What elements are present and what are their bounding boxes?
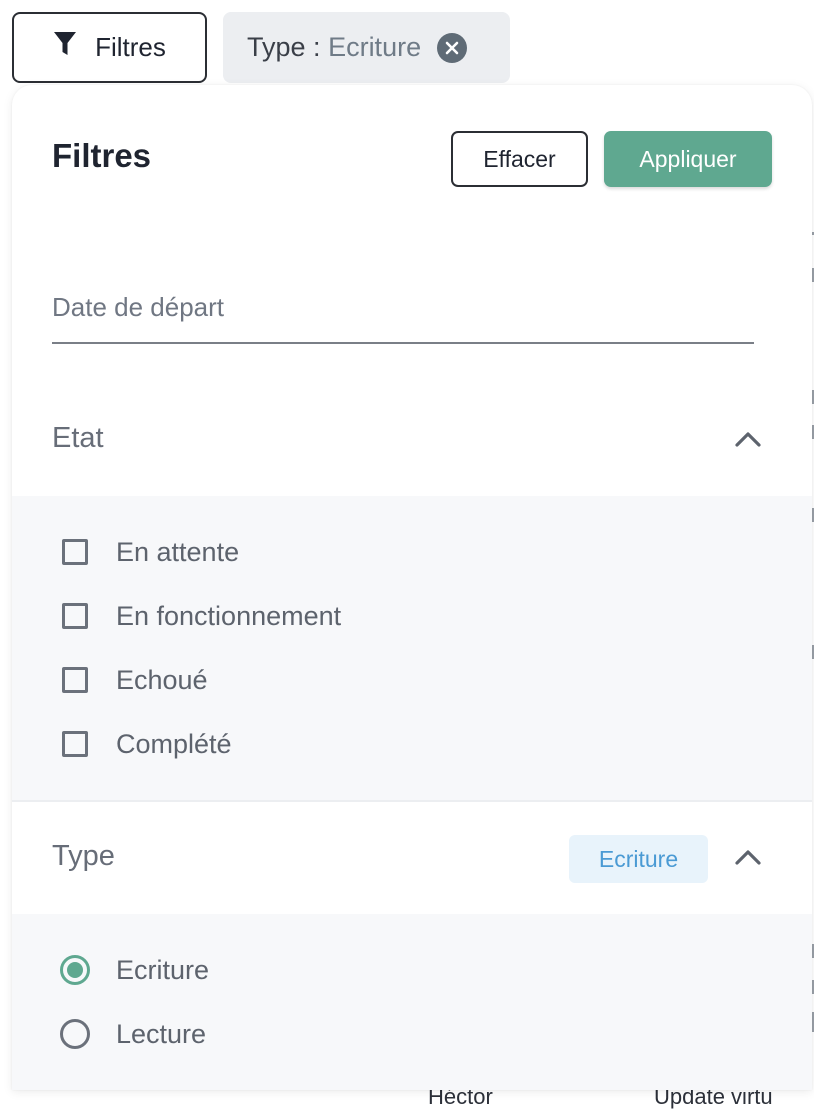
- start-date-placeholder: Date de départ: [52, 292, 225, 322]
- checkbox[interactable]: [62, 603, 88, 629]
- close-icon[interactable]: [437, 32, 468, 63]
- etat-option-en-attente[interactable]: En attente: [60, 532, 239, 572]
- radio-dot: [67, 962, 83, 978]
- type-option-lecture[interactable]: Lecture: [60, 1014, 206, 1054]
- type-options: Ecriture Lecture: [12, 914, 812, 1090]
- start-date-input[interactable]: Date de départ: [52, 280, 754, 344]
- etat-option-echoue[interactable]: Echoué: [60, 660, 208, 700]
- filters-panel: Filtres Effacer Appliquer Date de départ…: [12, 85, 812, 1090]
- apply-button[interactable]: Appliquer: [604, 131, 772, 187]
- etat-section-label: Etat: [52, 422, 104, 454]
- option-label: En fonctionnement: [116, 600, 342, 631]
- chip-value: Ecriture: [328, 32, 422, 62]
- radio-button[interactable]: [60, 955, 90, 985]
- option-label: Lecture: [116, 1018, 207, 1049]
- checkbox[interactable]: [62, 731, 88, 757]
- chevron-up-icon: [735, 850, 761, 865]
- checkbox[interactable]: [62, 667, 88, 693]
- option-label: En attente: [116, 536, 240, 567]
- filters-button[interactable]: Filtres: [12, 12, 207, 83]
- filters-button-label: Filtres: [95, 32, 166, 62]
- option-label: Complété: [116, 728, 232, 759]
- etat-option-complete[interactable]: Complété: [60, 724, 232, 764]
- type-section-label: Type: [52, 840, 115, 872]
- filter-icon: [53, 31, 77, 64]
- clear-button[interactable]: Effacer: [451, 131, 588, 187]
- type-option-ecriture[interactable]: Ecriture: [60, 950, 209, 990]
- panel-title: Filtres: [52, 137, 152, 174]
- chip-key: Type :: [247, 32, 321, 62]
- option-label: Ecriture: [116, 954, 210, 985]
- etat-section-header[interactable]: Etat: [12, 384, 812, 496]
- type-section-header[interactable]: Type Ecriture: [12, 802, 812, 914]
- chevron-up-icon: [735, 432, 761, 447]
- etat-options: En attente En fonctionnement Echoué Comp…: [12, 496, 812, 800]
- checkbox[interactable]: [62, 539, 88, 565]
- active-filter-chip: Type : Ecriture: [223, 12, 510, 83]
- radio-button[interactable]: [60, 1019, 90, 1049]
- option-label: Echoué: [116, 664, 208, 695]
- etat-option-en-fonctionnement[interactable]: En fonctionnement: [60, 596, 341, 636]
- type-selected-badge: Ecriture: [569, 835, 708, 883]
